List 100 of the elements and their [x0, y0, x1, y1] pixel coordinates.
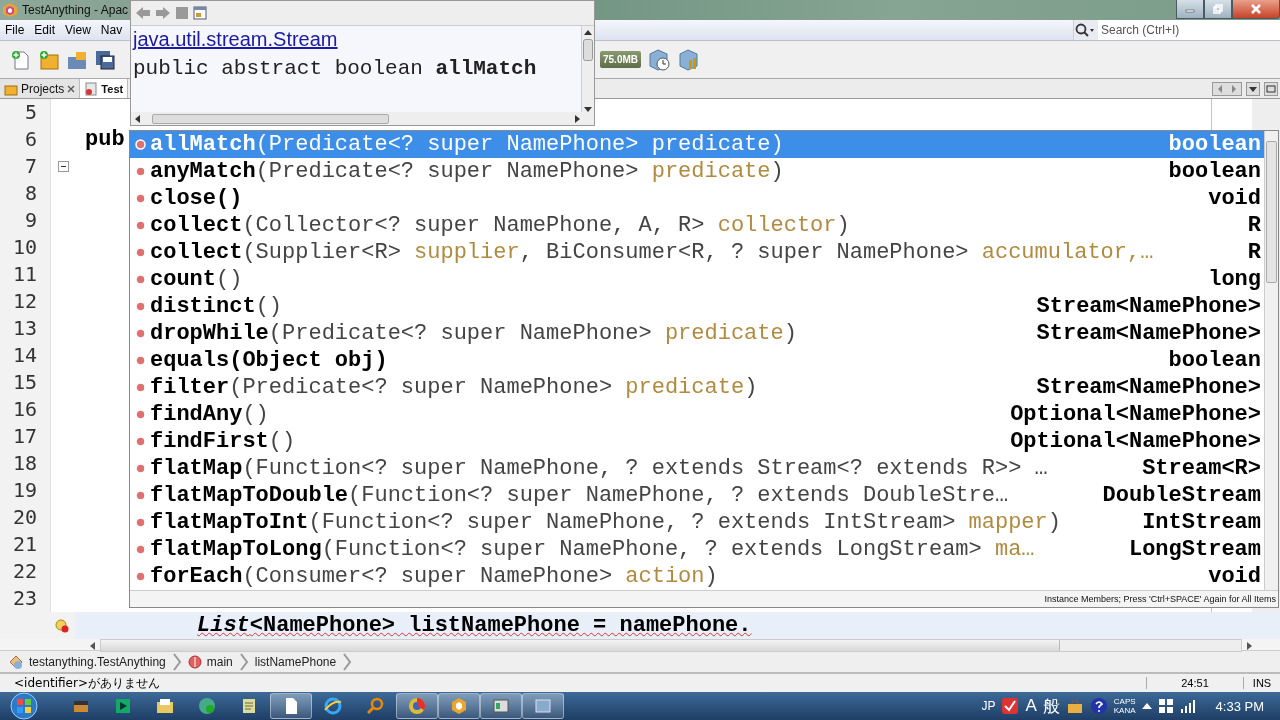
method-name: close()	[150, 186, 243, 211]
method-name: equals(Object obj)	[150, 348, 388, 373]
line-number: 23	[11, 585, 38, 612]
scrollbar-thumb[interactable]	[1266, 141, 1277, 283]
folder-icon[interactable]	[155, 696, 175, 716]
scrollbar-thumb[interactable]	[583, 39, 593, 61]
method-icon	[135, 166, 146, 177]
lightbulb-error-icon[interactable]	[55, 618, 69, 633]
memory-indicator[interactable]: 75.0MB	[600, 51, 641, 68]
method-name: flatMap(Function<? super NamePhone, ? extends Stream<? extends R>> …	[150, 456, 1048, 481]
restore-button[interactable]	[1204, 0, 1232, 19]
scrollbar-thumb[interactable]	[101, 640, 1060, 651]
clock[interactable]: 4:33 PM	[1215, 698, 1264, 714]
open-in-browser-icon[interactable]	[193, 6, 207, 20]
menu-item[interactable]: Edit	[29, 23, 61, 37]
close-button[interactable]	[1232, 0, 1280, 19]
toolbox-icon[interactable]	[1065, 697, 1084, 715]
method-name: distinct()	[150, 294, 283, 319]
breadcrumb-item[interactable]: main	[187, 654, 233, 669]
method-icon	[135, 571, 146, 582]
class-link[interactable]: java.util.stream.Stream	[133, 28, 579, 51]
new-project-icon[interactable]	[38, 48, 60, 71]
return-type: LongStream	[1128, 537, 1261, 562]
fold-icon[interactable]	[58, 161, 69, 172]
chevron-icon	[342, 652, 353, 671]
scrollbar-thumb[interactable]	[152, 113, 389, 124]
checkmark-icon[interactable]	[1001, 697, 1020, 715]
method-icon	[135, 490, 146, 501]
line-number: 12	[11, 288, 38, 315]
method-icon	[135, 544, 146, 555]
circle-icon[interactable]	[407, 696, 427, 716]
method-icon	[135, 220, 146, 231]
profile-clock-icon[interactable]	[647, 47, 671, 72]
method-name: filter(Predicate<? super NamePhone> predicate)	[150, 375, 758, 400]
return-type: boolean	[1168, 132, 1261, 157]
method-icon	[187, 654, 202, 669]
scroll-right-icon[interactable]	[575, 114, 580, 123]
minimize-button[interactable]	[1176, 0, 1204, 19]
method-name: collect(Supplier<R> supplier, BiConsumer<R, ? super NamePhone> accumulator,…	[150, 240, 1154, 265]
scroll-up-icon[interactable]	[584, 30, 592, 35]
scroll-right-icon[interactable]	[1246, 641, 1252, 650]
breadcrumb-item[interactable]: listNamePhone	[254, 654, 337, 669]
ime-mode[interactable]: 般	[1042, 694, 1060, 718]
magnifier-icon[interactable]	[365, 696, 385, 716]
globe-icon[interactable]	[197, 696, 217, 716]
return-type: R	[1247, 213, 1261, 238]
editor-tab[interactable]: Test	[80, 79, 129, 98]
method-signature: public abstract boolean allMatch	[133, 57, 538, 80]
close-icon[interactable]	[67, 84, 76, 93]
line-number: 15	[11, 369, 38, 396]
line-number: 21	[11, 531, 38, 558]
line-number: 10	[11, 234, 38, 261]
return-type: Stream<NamePhone>	[1036, 321, 1261, 346]
method-name: allMatch(Predicate<? super NamePhone> predicate)	[150, 132, 784, 157]
line-number: 9	[23, 207, 38, 234]
menu-item[interactable]: Nav	[95, 23, 128, 37]
restore-icon	[1213, 4, 1223, 14]
language-indicator[interactable]: JP	[981, 699, 996, 713]
play-icon[interactable]	[113, 696, 133, 716]
return-type: Optional<NamePhone>	[1010, 429, 1261, 454]
dropdown-icon[interactable]	[1246, 81, 1260, 96]
method-icon	[135, 328, 146, 339]
window-icon[interactable]	[491, 696, 511, 716]
flag-icon[interactable]	[1157, 698, 1174, 714]
cube-icon[interactable]	[449, 696, 469, 716]
search-field[interactable]: Search (Ctrl+I)	[1098, 20, 1280, 40]
scroll-left-icon[interactable]	[135, 114, 140, 123]
method-name: dropWhile(Predicate<? super NamePhone> predicate)	[150, 321, 797, 346]
breadcrumb-item[interactable]: testanything.TestAnything	[8, 653, 166, 670]
return-type: IntStream	[1142, 510, 1261, 535]
menu-item[interactable]: View	[60, 23, 96, 37]
method-name: count()	[150, 267, 243, 292]
return-type: void	[1208, 564, 1261, 589]
code-line: List<NamePhone> listNamePhone = namePhone.	[197, 613, 752, 638]
java-file-icon	[84, 81, 99, 96]
browser-icon[interactable]	[323, 696, 343, 716]
signal-icon[interactable]	[1179, 699, 1196, 713]
save-icon[interactable]	[94, 48, 116, 71]
menu-item[interactable]: File	[0, 23, 30, 37]
return-type: long	[1208, 267, 1261, 292]
method-icon	[135, 274, 146, 285]
return-type: boolean	[1168, 159, 1261, 184]
ime-mode[interactable]: A	[1025, 696, 1037, 716]
return-type: Optional<NamePhone>	[1010, 402, 1261, 427]
chevron-icon	[171, 652, 182, 671]
scroll-left-icon[interactable]	[90, 641, 96, 650]
method-name: flatMapToInt(Function<? super NamePhone, ? extends IntStream> mapper)	[150, 510, 1061, 535]
line-number: 16	[11, 396, 38, 423]
panel-tab[interactable]: Projects	[0, 79, 81, 98]
return-type: R	[1247, 240, 1261, 265]
caret-position: 24:51	[1146, 677, 1243, 689]
return-type: Stream<NamePhone>	[1036, 294, 1261, 319]
method-icon	[135, 517, 146, 528]
line-number: 14	[11, 342, 38, 369]
show-hidden-icons[interactable]	[1141, 702, 1152, 710]
profile-chart-icon[interactable]	[677, 47, 701, 72]
help-icon[interactable]	[1089, 697, 1108, 715]
new-file-icon[interactable]	[10, 48, 32, 71]
window-title: TestAnything - Apac	[22, 3, 129, 17]
method-icon	[135, 139, 146, 150]
